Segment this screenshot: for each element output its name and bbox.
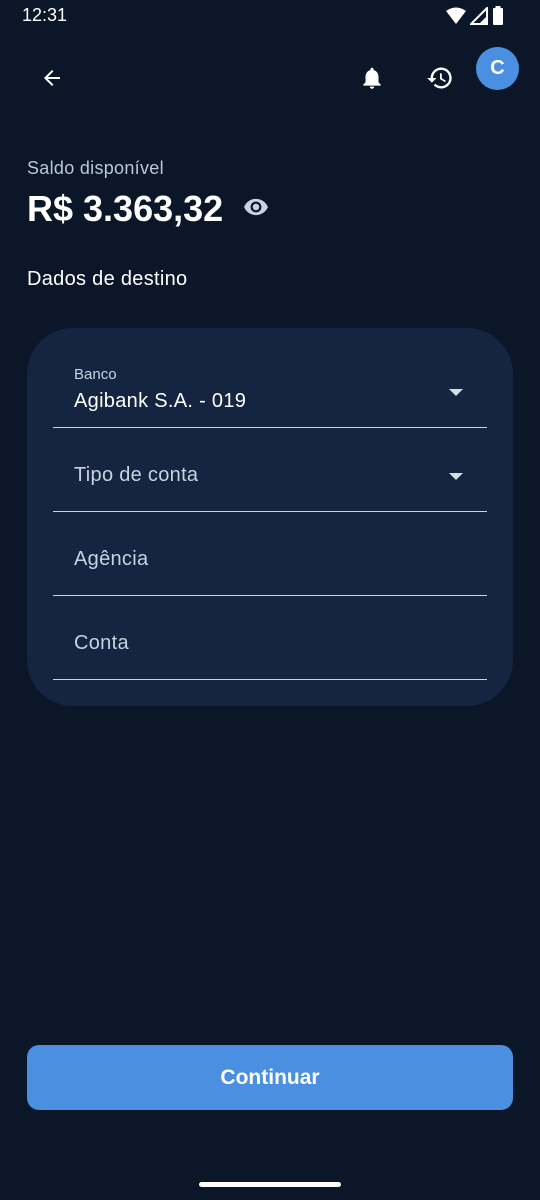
signal-icon [468,5,488,30]
chevron-down-icon [449,389,463,396]
balance-value: R$ 3.363,32 [27,188,224,229]
section-title: Dados de destino [27,268,188,290]
history-icon [426,64,454,97]
history-button[interactable] [418,58,462,102]
toggle-balance-visibility-button[interactable] [241,194,271,224]
status-bar: 12:31 [0,0,540,34]
account-type-select[interactable]: Tipo de conta [53,427,487,512]
account-input[interactable]: Conta [53,595,487,680]
status-time: 12:31 [22,5,68,25]
wifi-icon [446,7,466,30]
bank-select[interactable]: Banco Agibank S.A. - 019 [53,343,487,428]
agency-placeholder: Agência [74,548,149,570]
destination-form-card: Banco Agibank S.A. - 019 Tipo de conta A… [27,328,513,706]
bell-icon [359,64,385,97]
continue-button[interactable]: Continuar [27,1045,513,1110]
agency-input[interactable]: Agência [53,511,487,596]
notifications-button[interactable] [350,58,394,102]
back-button[interactable] [30,58,74,102]
account-placeholder: Conta [74,632,129,654]
status-icons [446,5,504,31]
bank-value: Agibank S.A. - 019 [74,390,247,412]
bank-label: Banco [74,366,117,383]
account-type-placeholder: Tipo de conta [74,464,199,486]
arrow-back-icon [40,66,64,95]
avatar-initial: C [490,57,505,79]
battery-icon [492,6,504,31]
home-indicator[interactable] [199,1182,341,1187]
top-app-bar: C [0,44,540,116]
balance-row: R$ 3.363,32 [27,188,271,230]
balance-label: Saldo disponível [27,158,164,178]
avatar[interactable]: C [476,47,519,90]
eye-icon [243,194,269,225]
chevron-down-icon [449,473,463,480]
